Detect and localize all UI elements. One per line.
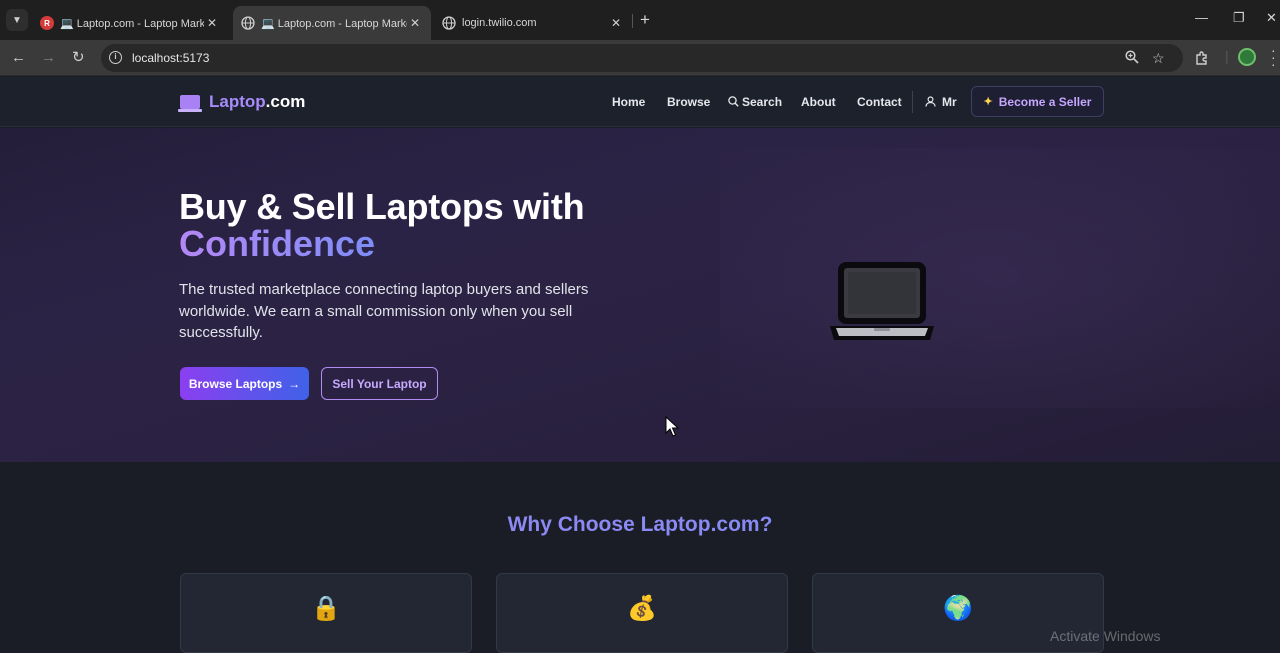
hero-title: Buy & Sell Laptops with [179,186,585,227]
tab-search-button[interactable]: ▼ [6,9,28,31]
back-arrow-icon[interactable]: ← [11,49,26,66]
features-title: Why Choose Laptop.com? [0,513,1280,537]
profile-avatar[interactable] [1238,48,1256,66]
nav-browse[interactable]: Browse [667,95,710,109]
mouse-cursor-icon [665,416,679,437]
hero-section: Buy & Sell Laptops with Confidence The t… [0,128,1280,462]
new-tab-plus-icon[interactable]: + [640,11,650,28]
omnibox[interactable]: i localhost:5173 ☆ [101,44,1183,72]
extensions-puzzle-icon[interactable] [1195,50,1210,68]
close-window-icon[interactable]: ✕ [1266,10,1277,26]
arrow-right-icon: → [288,376,301,391]
browse-laptops-button[interactable]: Browse Laptops → [180,367,309,400]
nav-user-menu[interactable]: Mr [925,95,957,109]
bookmark-star-icon[interactable]: ☆ [1152,50,1165,67]
close-icon[interactable]: ✕ [608,16,624,30]
globe-icon [241,16,255,30]
tab-title: 💻 Laptop.com - Laptop Marke [261,17,407,30]
nav-divider [912,91,913,113]
browse-laptops-label: Browse Laptops [188,376,283,391]
user-name: Mr [942,95,957,109]
browser-tab-1[interactable]: R 💻 Laptop.com - Laptop Marke ✕ [32,6,228,40]
close-icon[interactable]: ✕ [204,16,220,30]
nav-contact[interactable]: Contact [857,95,902,109]
hero-glow [720,148,1280,408]
features-section: Why Choose Laptop.com? 🔒 💰 🌍 [0,462,1280,653]
browser-tab-2[interactable]: 💻 Laptop.com - Laptop Marke ✕ [233,6,431,40]
forward-arrow-icon[interactable]: → [41,49,56,66]
sell-laptop-button[interactable]: Sell Your Laptop [321,367,438,400]
globe-icon [442,16,456,30]
restore-icon[interactable]: ❐ [1233,10,1245,26]
tab-title: login.twilio.com [462,17,537,29]
logo-text-primary: Laptop [209,92,266,111]
address-bar-row: ← → ↻ i localhost:5173 ☆ | [0,40,1280,76]
feature-card-security: 🔒 [180,573,472,653]
become-seller-button[interactable]: ✦ Become a Seller [971,86,1104,117]
sell-laptop-label: Sell Your Laptop [332,376,427,391]
nav-about[interactable]: About [801,95,836,109]
logo-text-secondary: .com [265,92,306,111]
money-bag-icon: 💰 [627,595,657,622]
divider: | [1225,48,1229,64]
close-icon[interactable]: ✕ [407,16,423,30]
laptop-logo-icon [178,95,202,112]
search-icon [728,96,739,107]
globe-icon: 🌍 [943,595,973,622]
become-seller-label: Become a Seller [998,94,1092,109]
laptop-icon [830,262,934,340]
feature-card-commission: 💰 [496,573,788,653]
nav-search[interactable]: Search [728,95,782,109]
reload-icon[interactable]: ↻ [72,49,85,66]
hero-subtitle: The trusted marketplace connecting lapto… [179,281,589,341]
tab-title: 💻 Laptop.com - Laptop Marke [60,17,204,30]
site-header: Laptop .com Home Browse Search About Con… [0,77,1280,127]
sparkle-icon: ✦ [983,96,993,108]
browser-tab-bar: ▼ R 💻 Laptop.com - Laptop Marke ✕ 💻 Lapt… [0,0,1280,40]
nav-home[interactable]: Home [612,95,645,109]
menu-kebab-icon[interactable]: · · · [1271,43,1276,71]
nav-search-label: Search [742,95,783,109]
recorder-icon: R [40,16,54,30]
hero-title-highlight: Confidence [179,223,376,264]
minimize-icon[interactable]: — [1195,10,1208,25]
site-info-icon[interactable]: i [109,51,122,64]
activate-windows-watermark: Activate Windows [1050,628,1161,644]
site-logo[interactable]: Laptop .com [178,92,306,112]
lock-icon: 🔒 [311,595,341,622]
browser-tab-3[interactable]: login.twilio.com ✕ [434,6,632,40]
tab-separator [632,14,633,28]
url-text[interactable]: localhost:5173 [132,51,209,65]
user-icon [925,96,936,107]
zoom-icon[interactable] [1125,50,1139,67]
